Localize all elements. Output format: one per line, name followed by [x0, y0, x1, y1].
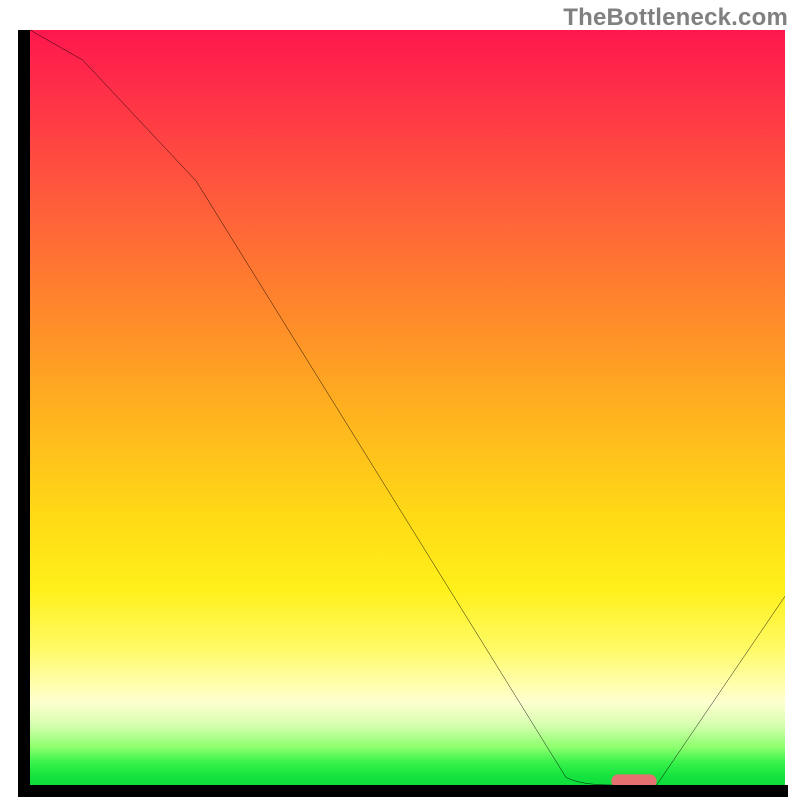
series-layer [30, 30, 785, 785]
x-axis [18, 785, 788, 797]
chart-container: TheBottleneck.com [0, 0, 800, 800]
attribution-label: TheBottleneck.com [563, 4, 788, 32]
bottleneck-curve [30, 30, 785, 785]
optimal-range-marker [611, 774, 656, 785]
plot-area [30, 30, 785, 785]
y-axis [18, 30, 30, 797]
